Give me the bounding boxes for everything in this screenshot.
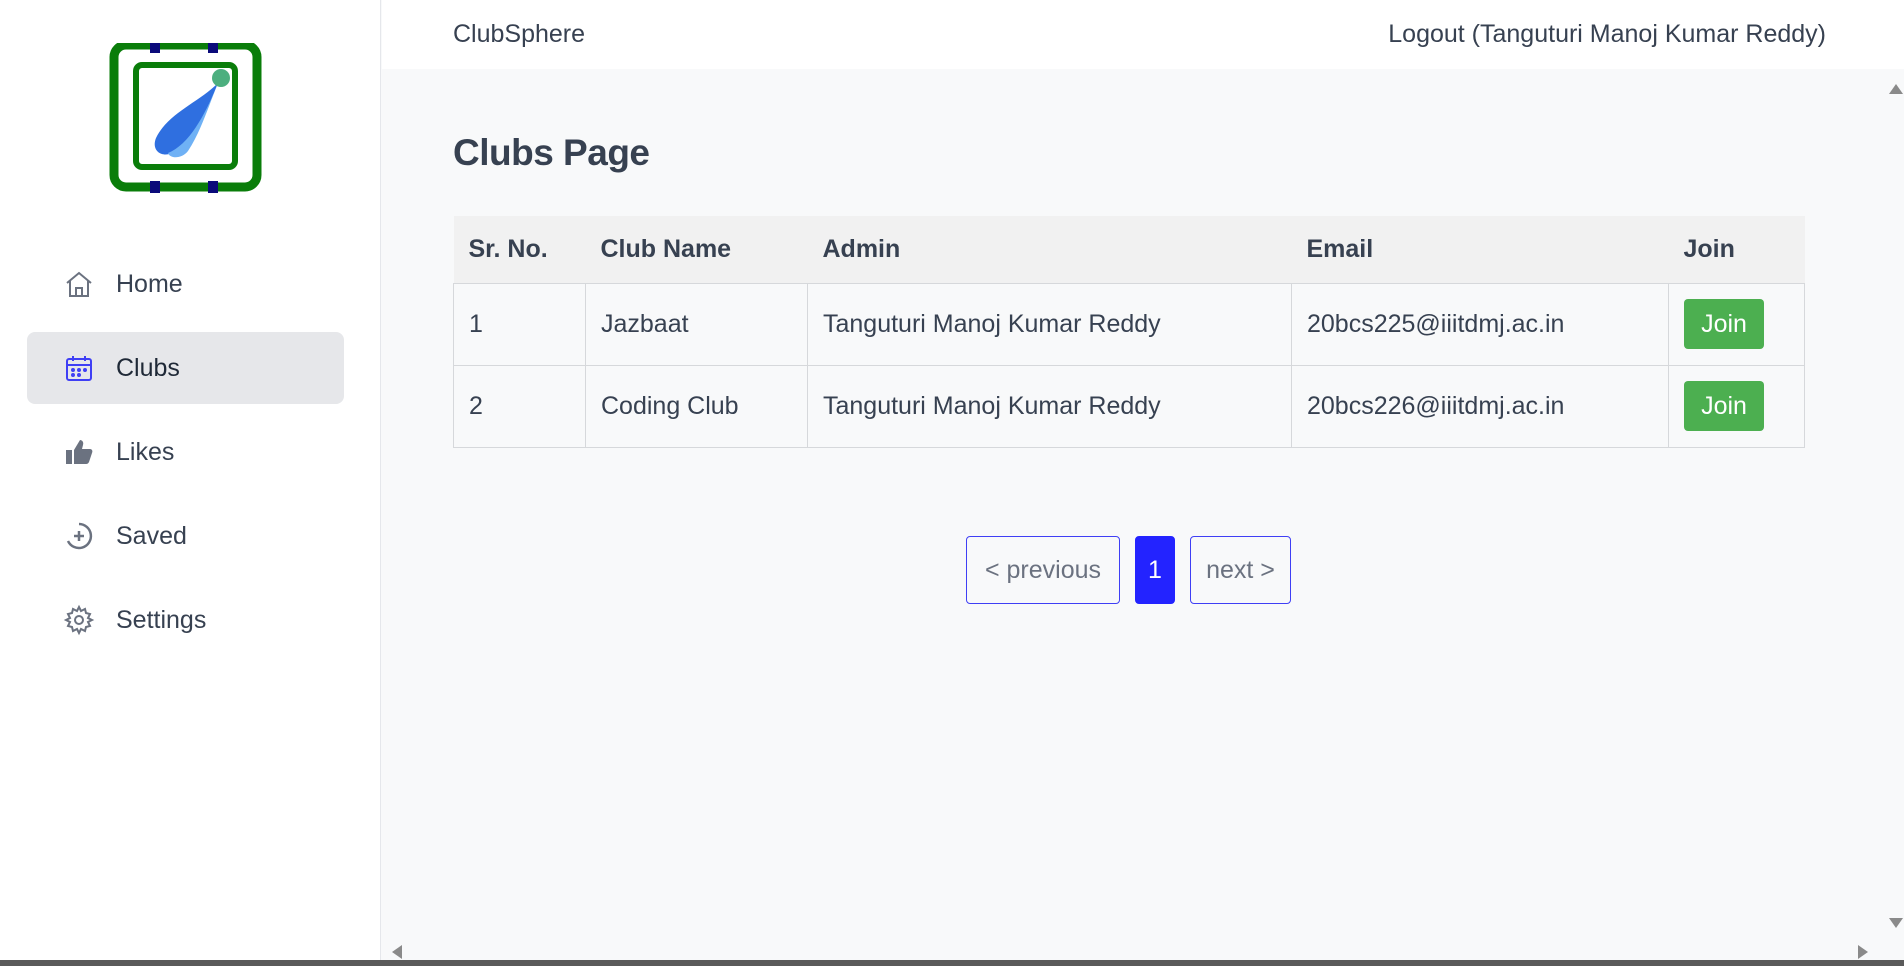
scroll-left-arrow-icon[interactable] — [392, 945, 402, 959]
clubsphere-logo — [109, 43, 262, 193]
cell-sr-no: 1 — [453, 282, 586, 366]
cell-club-name: Coding Club — [585, 364, 808, 448]
column-header-email: Email — [1291, 216, 1669, 284]
scroll-down-arrow-icon[interactable] — [1889, 918, 1903, 928]
cell-club-name: Jazbaat — [585, 282, 808, 366]
column-header-join: Join — [1668, 216, 1805, 284]
scroll-up-arrow-icon[interactable] — [1889, 84, 1903, 94]
cell-email: 20bcs225@iiitdmj.ac.in — [1291, 282, 1669, 366]
previous-page-button[interactable]: < previous — [966, 536, 1120, 604]
scroll-right-arrow-icon[interactable] — [1858, 945, 1868, 959]
sidebar-item-label: Likes — [116, 437, 175, 466]
sidebar-item-label: Settings — [116, 605, 207, 634]
sidebar-nav: Home Clubs Likes Saved Settings — [27, 248, 344, 668]
sidebar-item-label: Saved — [116, 521, 187, 550]
column-header-admin: Admin — [807, 216, 1292, 284]
logout-link[interactable]: Logout (Tanguturi Manoj Kumar Reddy) — [1388, 20, 1826, 49]
window-bottom-edge — [0, 960, 1904, 966]
clubs-table: Sr. No. Club Name Admin Email Join 1 Jaz… — [453, 216, 1805, 448]
sidebar-item-likes[interactable]: Likes — [27, 416, 344, 488]
thumbs-up-icon — [63, 436, 95, 468]
pagination: < previous 1 next > — [966, 536, 1291, 604]
main-content: Clubs Page Sr. No. Club Name Admin Email… — [453, 132, 1805, 448]
gear-icon — [63, 604, 95, 636]
column-header-club-name: Club Name — [585, 216, 808, 284]
horizontal-scrollbar[interactable] — [390, 942, 1870, 960]
page-title: Clubs Page — [453, 132, 650, 173]
sidebar-item-home[interactable]: Home — [27, 248, 344, 320]
cell-sr-no: 2 — [453, 364, 586, 448]
sidebar-item-clubs[interactable]: Clubs — [27, 332, 344, 404]
sidebar-item-label: Home — [116, 269, 183, 298]
join-button[interactable]: Join — [1684, 299, 1764, 349]
column-header-sr-no: Sr. No. — [453, 216, 586, 284]
calendar-icon — [63, 352, 95, 384]
page-number-button[interactable]: 1 — [1135, 536, 1175, 604]
app-window: Home Clubs Likes Saved Settings ClubSphe… — [0, 0, 1904, 966]
home-icon — [63, 268, 95, 300]
cell-join: Join — [1668, 282, 1805, 366]
sidebar-item-settings[interactable]: Settings — [27, 584, 344, 656]
vertical-scrollbar[interactable] — [1886, 78, 1904, 928]
sidebar: Home Clubs Likes Saved Settings — [0, 0, 381, 960]
sidebar-item-label: Clubs — [116, 353, 180, 382]
top-bar: ClubSphere Logout (Tanguturi Manoj Kumar… — [382, 0, 1904, 69]
next-page-button[interactable]: next > — [1190, 536, 1291, 604]
cell-admin: Tanguturi Manoj Kumar Reddy — [807, 364, 1292, 448]
join-button[interactable]: Join — [1684, 381, 1764, 431]
table-header-row: Sr. No. Club Name Admin Email Join — [453, 216, 1805, 284]
table-row: 2 Coding Club Tanguturi Manoj Kumar Redd… — [453, 364, 1805, 448]
sidebar-item-saved[interactable]: Saved — [27, 500, 344, 572]
cell-admin: Tanguturi Manoj Kumar Reddy — [807, 282, 1292, 366]
table-row: 1 Jazbaat Tanguturi Manoj Kumar Reddy 20… — [453, 282, 1805, 366]
cell-email: 20bcs226@iiitdmj.ac.in — [1291, 364, 1669, 448]
cell-join: Join — [1668, 364, 1805, 448]
brand-link[interactable]: ClubSphere — [453, 20, 585, 49]
plus-circle-icon — [63, 520, 95, 552]
